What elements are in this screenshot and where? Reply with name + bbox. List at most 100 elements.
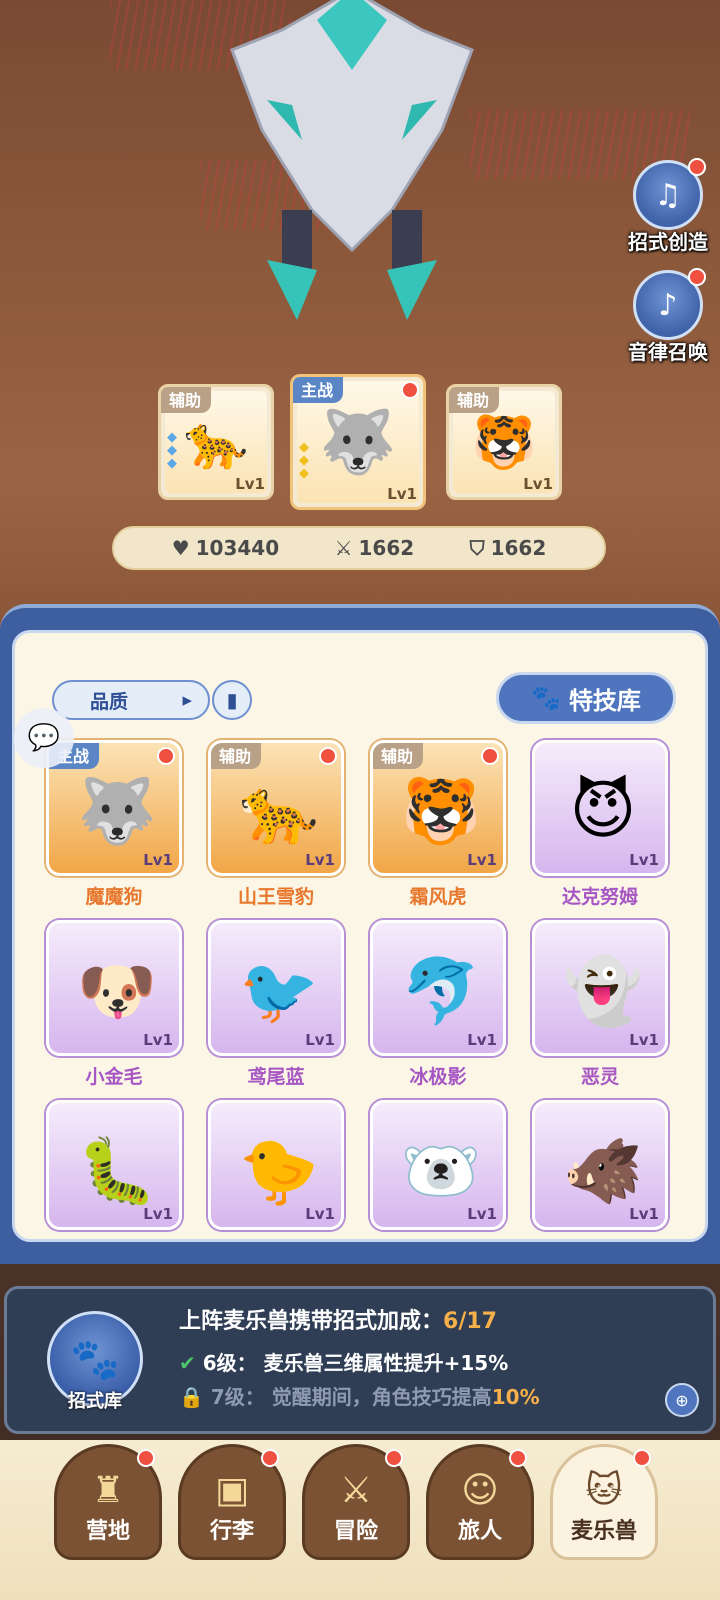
lyre-summon-label: 音律召唤 xyxy=(628,340,708,364)
bonus-count: 6/17 xyxy=(443,1309,497,1334)
pet-card[interactable]: 🐺 主战 Lv1 魔魔狗 xyxy=(44,740,184,909)
pet-card-frame: 🐦 Lv1 xyxy=(208,920,344,1056)
crossed-swords-icon: ⚔ xyxy=(339,1470,373,1511)
pet-name: 冰极影 xyxy=(409,1066,467,1088)
skill-library-button[interactable]: 🐾 特技库 xyxy=(496,672,676,724)
pet-card[interactable]: 🐶 Lv1 小金毛 xyxy=(44,920,184,1089)
level-badge: Lv1 xyxy=(143,1205,173,1223)
pet-icon: 🐱 xyxy=(585,1470,623,1511)
pet-card-frame: 👻 Lv1 xyxy=(532,920,668,1056)
level-badge: Lv1 xyxy=(235,475,265,493)
defense-value: 1662 xyxy=(490,536,547,560)
level-badge: Lv1 xyxy=(305,1031,335,1049)
check-icon: ✔ xyxy=(179,1351,196,1375)
nav-tab[interactable]: ⚔ 冒险 xyxy=(302,1444,410,1564)
role-tag: 辅助 xyxy=(211,743,262,769)
pet-card-frame: 🐯 辅助 Lv1 xyxy=(370,740,506,876)
notification-dot xyxy=(385,1449,403,1467)
pet-name: 魔魔狗 xyxy=(85,886,143,908)
pet-name: 鸢尾蓝 xyxy=(247,1066,305,1088)
rank-stars: ◆ ◆ ◆ xyxy=(299,440,309,481)
notification-dot xyxy=(261,1449,279,1467)
move-create-label: 招式创造 xyxy=(628,230,708,254)
pet-card[interactable]: 🐆 辅助 Lv1 山王雪豹 xyxy=(206,740,346,909)
notification-dot xyxy=(401,381,419,399)
pet-card-frame: 🐗 Lv1 xyxy=(532,1100,668,1230)
chat-float-button[interactable]: 💬 xyxy=(14,708,74,768)
pet-card[interactable]: 🐻‍❄️ Lv1 xyxy=(368,1100,508,1230)
nav-tab-frame: 🐱 麦乐兽 xyxy=(550,1444,658,1560)
quality-filter-dropdown[interactable]: 品质 ▸ xyxy=(52,680,210,720)
pet-name: 山王雪豹 xyxy=(237,886,314,908)
notification-dot xyxy=(509,1449,527,1467)
lock-icon: 🔒 xyxy=(179,1385,204,1409)
level-badge: Lv1 xyxy=(305,851,335,869)
pet-card[interactable]: 👻 Lv1 恶灵 xyxy=(530,920,670,1089)
level-badge: Lv1 xyxy=(467,1031,497,1049)
bonus-line-7: 🔒 7级： 觉醒期间，角色技巧提高10% xyxy=(179,1381,540,1410)
role-tag: 辅助 xyxy=(373,743,424,769)
move-create-button[interactable]: ♫ 招式创造 xyxy=(622,158,714,258)
notification-dot xyxy=(633,1449,651,1467)
nav-tab[interactable]: ▣ 行李 xyxy=(178,1444,286,1564)
monster-model[interactable] xyxy=(222,0,482,320)
bonus-level: 7级： xyxy=(210,1385,265,1409)
notification-dot xyxy=(481,747,499,765)
castle-icon: ♜ xyxy=(91,1470,125,1511)
zoom-button[interactable]: ⊕ xyxy=(665,1383,699,1417)
chevron-right-icon: ▸ xyxy=(182,689,192,711)
nav-tab-label: 旅人 xyxy=(457,1519,502,1544)
team-stats-bar: ♥ 103440 ⚔ 1662 ⛉ 1662 xyxy=(112,526,606,570)
team-slot-main[interactable]: 🐺 主战 ◆ ◆ ◆ Lv1 xyxy=(290,374,426,510)
nav-tab-label: 营地 xyxy=(85,1519,130,1544)
nav-tab[interactable]: ☺ 旅人 xyxy=(426,1444,534,1564)
nav-tab-frame: ♜ 营地 xyxy=(54,1444,162,1560)
pet-name: 达克努姆 xyxy=(561,886,638,908)
heart-icon: ♥ xyxy=(171,536,190,560)
pet-card-frame: 😈 Lv1 xyxy=(532,740,668,876)
pet-card[interactable]: 🐦 Lv1 鸢尾蓝 xyxy=(206,920,346,1089)
pet-card[interactable]: 😈 Lv1 达克努姆 xyxy=(530,740,670,909)
nav-tab-label: 麦乐兽 xyxy=(570,1519,637,1544)
nav-tab[interactable]: ♜ 营地 xyxy=(54,1444,162,1564)
pet-card[interactable]: 🐤 Lv1 xyxy=(206,1100,346,1230)
notification-dot xyxy=(688,158,706,176)
bonus-text: 麦乐兽三维属性提升+15% xyxy=(263,1351,509,1375)
nav-tab-frame: ⚔ 冒险 xyxy=(302,1444,410,1560)
pet-card-frame: 🐆 辅助 Lv1 xyxy=(208,740,344,876)
level-badge: Lv1 xyxy=(305,1205,335,1223)
notification-dot xyxy=(319,747,337,765)
level-badge: Lv1 xyxy=(143,1031,173,1049)
handbook-button[interactable]: ▮ xyxy=(212,680,252,720)
notification-dot xyxy=(688,268,706,286)
pet-card[interactable]: 🐬 Lv1 冰极影 xyxy=(368,920,508,1089)
nav-tab-label: 行李 xyxy=(209,1519,254,1544)
bonus-line-6: ✔ 6级： 麦乐兽三维属性提升+15% xyxy=(179,1347,508,1376)
backpack-icon: ▣ xyxy=(214,1470,249,1511)
nav-tab-label: 冒险 xyxy=(333,1519,378,1544)
pet-card-frame: 🐛 Lv1 xyxy=(46,1100,182,1230)
level-badge: Lv1 xyxy=(467,851,497,869)
team-slot-support-right[interactable]: 🐯 辅助 Lv1 xyxy=(446,384,562,500)
bonus-value: 10% xyxy=(491,1385,540,1409)
pet-card-frame: 🐺 主战 Lv1 xyxy=(46,740,182,876)
info-icon-label: 招式库 xyxy=(68,1391,122,1412)
pet-card[interactable]: 🐯 辅助 Lv1 霜风虎 xyxy=(368,740,508,909)
traveler-icon: ☺ xyxy=(461,1470,499,1511)
level-badge: Lv1 xyxy=(523,475,553,493)
defense-stat: ⛉ 1662 xyxy=(470,536,547,560)
hp-stat: ♥ 103440 xyxy=(172,536,279,560)
crossed-swords-icon: ⚔ xyxy=(334,536,353,560)
bonus-title: 上阵麦乐兽携带招式加成：6/17 xyxy=(179,1303,497,1335)
nav-tab[interactable]: 🐱 麦乐兽 xyxy=(550,1444,658,1564)
pet-card[interactable]: 🐛 Lv1 xyxy=(44,1100,184,1230)
pet-card[interactable]: 🐗 Lv1 xyxy=(530,1100,670,1230)
pet-card-frame: 🐬 Lv1 xyxy=(370,920,506,1056)
bonus-title-text: 上阵麦乐兽携带招式加成： xyxy=(179,1309,444,1334)
lyre-summon-button[interactable]: ♪ 音律召唤 xyxy=(622,268,714,368)
notification-dot xyxy=(137,1449,155,1467)
skill-library-label: 特技库 xyxy=(568,686,641,715)
bonus-level: 6级： xyxy=(202,1351,257,1375)
paw-icon: 🐾 xyxy=(531,684,561,712)
team-slot-support-left[interactable]: 🐆 辅助 ◆ ◆ ◆ Lv1 xyxy=(158,384,274,500)
